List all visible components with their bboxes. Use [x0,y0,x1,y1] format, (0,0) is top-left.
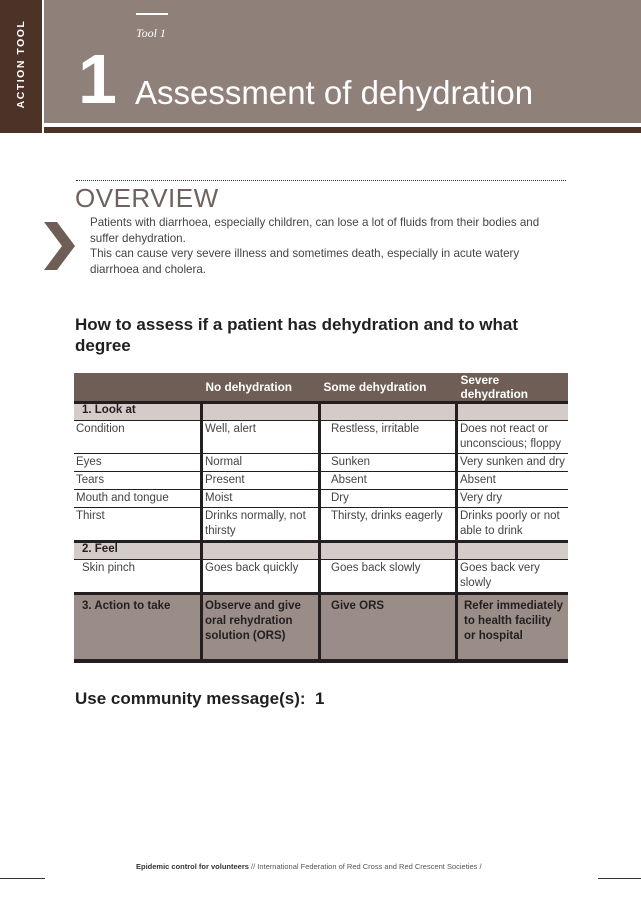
table-cell: Normal [200,453,320,472]
overview-title: OVERVIEW [75,183,219,213]
page-title: Assessment of dehydration [135,74,534,111]
table-row: Skin pinch Goes back quickly Goes back s… [74,559,568,594]
tool-dash [136,13,168,15]
table-row: Condition Well, alert Restless, irritabl… [74,420,568,454]
action-cell: Refer immediately to health facility or … [455,592,568,663]
community-message: Use community message(s): 1 [75,689,325,708]
header-cell: Severe dehydration [456,373,568,403]
footer-rule-right [598,878,641,879]
table-cell: Moist [200,489,320,508]
row-label: Thirst [74,507,202,542]
dotted-divider [76,180,566,181]
action-cell: Observe and give oral rehydration soluti… [200,592,320,663]
table-row: Eyes Normal Sunken Very sunken and dry [74,453,568,472]
header-rule [44,127,641,133]
empty-cell [455,540,568,560]
section-row-look-at: 1. Look at [74,401,568,421]
table-cell: Well, alert [200,420,320,454]
empty-cell [200,401,320,421]
overview-paragraph: This can cause very severe illness and s… [90,247,520,276]
row-label: Tears [74,471,202,490]
table-cell: Present [200,471,320,490]
action-label: 3. Action to take [74,592,202,663]
action-cell: Give ORS [318,592,457,663]
overview-text: Patients with diarrhoea, especially chil… [90,215,570,277]
row-label: Mouth and tongue [74,489,202,508]
row-label: Skin pinch [74,559,202,594]
side-tab-label: ACTION TOOL [15,19,27,109]
table-cell: Drinks normally, not thirsty [200,507,320,542]
table-cell: Thirsty, drinks eagerly [318,507,457,542]
table-row: Thirst Drinks normally, not thirsty Thir… [74,507,568,542]
table-cell: Sunken [318,453,457,472]
empty-cell [318,401,457,421]
table-cell: Goes back slowly [318,559,457,594]
table-cell: Goes back very slowly [455,559,568,594]
overview-paragraph: Patients with diarrhoea, especially chil… [90,216,540,245]
empty-cell [318,540,457,560]
empty-cell [200,540,320,560]
empty-cell [455,401,568,421]
side-tab: ACTION TOOL [0,0,42,133]
tool-label: Tool 1 [136,26,166,40]
footer: Epidemic control for volunteers // Inter… [136,862,482,871]
table-cell: Absent [318,471,457,490]
footer-organisation: // International Federation of Red Cross… [248,862,482,871]
table-cell: Absent [455,471,568,490]
tool-number: 1 [78,40,117,118]
header-cell [74,373,202,403]
table-cell: Drinks poorly or not able to drink [455,507,568,542]
table-cell: Goes back quickly [200,559,320,594]
chevron-right-icon [44,222,75,270]
table-cell: Very sunken and dry [455,453,568,472]
row-label: Eyes [74,453,202,472]
header-cell: No dehydration [201,373,320,403]
action-row: 3. Action to take Observe and give oral … [74,592,568,663]
section-label: 2. Feel [74,540,202,560]
row-label: Condition [74,420,202,454]
section-row-feel: 2. Feel [74,540,568,560]
table-row: Tears Present Absent Absent [74,471,568,490]
table-row: Mouth and tongue Moist Dry Very dry [74,489,568,508]
dehydration-assessment-table: No dehydration Some dehydration Severe d… [74,373,568,663]
table-cell: Does not react or unconscious; floppy [455,420,568,454]
footer-rule-left [0,878,45,879]
section-label: 1. Look at [74,401,202,421]
table-cell: Very dry [455,489,568,508]
table-header-row: No dehydration Some dehydration Severe d… [74,373,568,403]
table-cell: Dry [318,489,457,508]
section-heading: How to assess if a patient has dehydrati… [75,315,519,355]
header-cell: Some dehydration [319,373,457,403]
footer-publication: Epidemic control for volunteers [136,862,249,871]
table-cell: Restless, irritable [318,420,457,454]
